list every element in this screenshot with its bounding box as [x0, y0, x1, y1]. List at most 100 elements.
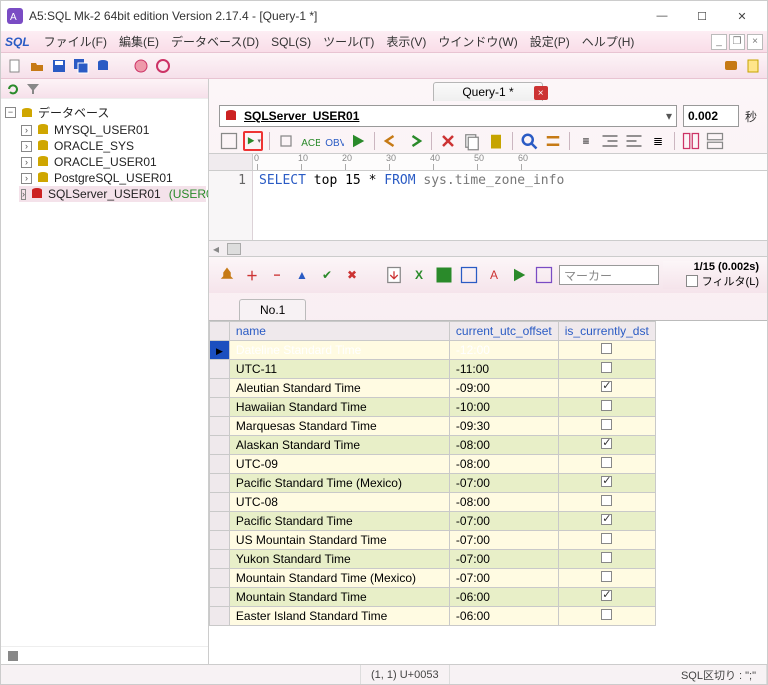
- table-row[interactable]: Hawaiian Standard Time-10:00: [210, 398, 656, 417]
- database-icon[interactable]: [95, 58, 111, 74]
- cell-offset[interactable]: -06:00: [449, 588, 558, 607]
- row-header[interactable]: [210, 417, 230, 436]
- cell-dst[interactable]: [558, 417, 655, 436]
- cell-name[interactable]: Pacific Standard Time: [229, 512, 449, 531]
- dst-checkbox[interactable]: [601, 343, 612, 354]
- row-header[interactable]: [210, 398, 230, 417]
- obv-icon[interactable]: OBV: [324, 131, 344, 151]
- acb-icon[interactable]: ACB: [300, 131, 320, 151]
- menu-sql[interactable]: SQL(S): [265, 33, 317, 51]
- help-bubble-icon[interactable]: [723, 58, 739, 74]
- dst-checkbox[interactable]: [601, 381, 612, 392]
- row-header[interactable]: [210, 436, 230, 455]
- cell-offset[interactable]: -09:00: [449, 379, 558, 398]
- save-icon[interactable]: [51, 58, 67, 74]
- grid-layout-icon[interactable]: [681, 131, 701, 151]
- row-header[interactable]: [210, 607, 230, 626]
- cell-dst[interactable]: [558, 379, 655, 398]
- table-row[interactable]: Mountain Standard Time (Mexico)-07:00: [210, 569, 656, 588]
- redo-icon[interactable]: [405, 131, 425, 151]
- cell-offset[interactable]: -07:00: [449, 512, 558, 531]
- list-icon[interactable]: ≣: [648, 131, 668, 151]
- window-maximize-button[interactable]: ☐: [683, 4, 721, 28]
- dst-checkbox[interactable]: [601, 419, 612, 430]
- dst-checkbox[interactable]: [601, 552, 612, 563]
- menu-window[interactable]: ウインドウ(W): [432, 31, 523, 52]
- cell-name[interactable]: Marquesas Standard Time: [229, 417, 449, 436]
- dst-checkbox[interactable]: [601, 438, 612, 449]
- table-row[interactable]: UTC-09-08:00: [210, 455, 656, 474]
- row-header[interactable]: [210, 360, 230, 379]
- mdi-restore-button[interactable]: ❐: [729, 34, 745, 50]
- cell-name[interactable]: Easter Island Standard Time: [229, 607, 449, 626]
- add-row-icon[interactable]: ＋: [242, 265, 262, 285]
- cell-offset[interactable]: -09:30: [449, 417, 558, 436]
- filter-icon[interactable]: [25, 81, 41, 97]
- row-header[interactable]: [210, 455, 230, 474]
- menu-settings[interactable]: 設定(P): [524, 31, 576, 52]
- column-select-icon[interactable]: A: [484, 265, 504, 285]
- dst-checkbox[interactable]: [601, 495, 612, 506]
- filter-checkbox[interactable]: [686, 275, 698, 287]
- cell-dst[interactable]: [558, 512, 655, 531]
- row-header[interactable]: [210, 588, 230, 607]
- row-header[interactable]: [210, 474, 230, 493]
- tree-expand-icon[interactable]: ›: [21, 125, 32, 136]
- toolbar-icon[interactable]: [219, 131, 239, 151]
- column-header-offset[interactable]: current_utc_offset: [449, 322, 558, 341]
- connection-select[interactable]: SQLServer_USER01 ▾: [219, 105, 677, 127]
- mdi-close-button[interactable]: ×: [747, 34, 763, 50]
- database-tree[interactable]: − データベース ›MYSQL_USER01›ORACLE_SYS›ORACLE…: [1, 99, 208, 646]
- row-header[interactable]: [210, 569, 230, 588]
- circle-icon[interactable]: [155, 58, 171, 74]
- tree-expand-icon[interactable]: ›: [21, 173, 32, 184]
- table-row[interactable]: Aleutian Standard Time-09:00: [210, 379, 656, 398]
- edit-row-icon[interactable]: ▲: [292, 265, 312, 285]
- mdi-minimize-button[interactable]: _: [711, 34, 727, 50]
- cell-name[interactable]: Mountain Standard Time: [229, 588, 449, 607]
- cell-offset[interactable]: -07:00: [449, 531, 558, 550]
- grid-config-icon[interactable]: [534, 265, 554, 285]
- window-close-button[interactable]: ✕: [723, 4, 761, 28]
- marker-input[interactable]: マーカー: [559, 265, 659, 285]
- sql-editor[interactable]: SELECT top 15 * FROM sys.time_zone_info: [253, 171, 767, 240]
- cell-dst[interactable]: [558, 341, 655, 360]
- cell-offset[interactable]: -12:00: [449, 341, 558, 360]
- rows-layout-icon[interactable]: [705, 131, 725, 151]
- window-minimize-button[interactable]: —: [643, 4, 681, 28]
- table-row[interactable]: Easter Island Standard Time-06:00: [210, 607, 656, 626]
- menu-file[interactable]: ファイル(F): [38, 31, 113, 52]
- cell-offset[interactable]: -07:00: [449, 569, 558, 588]
- cell-offset[interactable]: -07:00: [449, 474, 558, 493]
- cell-dst[interactable]: [558, 474, 655, 493]
- table-export-icon[interactable]: [459, 265, 479, 285]
- cell-name[interactable]: UTC-09: [229, 455, 449, 474]
- menu-tool[interactable]: ツール(T): [317, 31, 380, 52]
- table-row[interactable]: Alaskan Standard Time-08:00: [210, 436, 656, 455]
- save-all-icon[interactable]: [73, 58, 89, 74]
- cell-name[interactable]: UTC-08: [229, 493, 449, 512]
- export-icon[interactable]: [384, 265, 404, 285]
- excel-icon[interactable]: X: [409, 265, 429, 285]
- note-icon[interactable]: [745, 58, 761, 74]
- dst-checkbox[interactable]: [601, 514, 612, 525]
- copy-icon[interactable]: [462, 131, 482, 151]
- dst-checkbox[interactable]: [601, 533, 612, 544]
- cell-dst[interactable]: [558, 398, 655, 417]
- results-grid[interactable]: name current_utc_offset is_currently_dst…: [209, 320, 767, 664]
- cell-name[interactable]: Yukon Standard Time: [229, 550, 449, 569]
- menu-database[interactable]: データベース(D): [165, 31, 265, 52]
- row-header[interactable]: [210, 493, 230, 512]
- tree-expand-icon[interactable]: ›: [21, 157, 32, 168]
- search-icon[interactable]: [519, 131, 539, 151]
- cell-name[interactable]: Dateline Standard Time: [229, 341, 449, 360]
- query-tab[interactable]: Query-1 * ×: [433, 82, 542, 101]
- dst-checkbox[interactable]: [601, 590, 612, 601]
- cell-dst[interactable]: [558, 569, 655, 588]
- dst-checkbox[interactable]: [601, 571, 612, 582]
- sidebar-item[interactable]: ›PostgreSQL_USER01: [19, 170, 206, 186]
- replace-icon[interactable]: [543, 131, 563, 151]
- table-row[interactable]: Pacific Standard Time-07:00: [210, 512, 656, 531]
- table-row[interactable]: UTC-08-08:00: [210, 493, 656, 512]
- open-file-icon[interactable]: [29, 58, 45, 74]
